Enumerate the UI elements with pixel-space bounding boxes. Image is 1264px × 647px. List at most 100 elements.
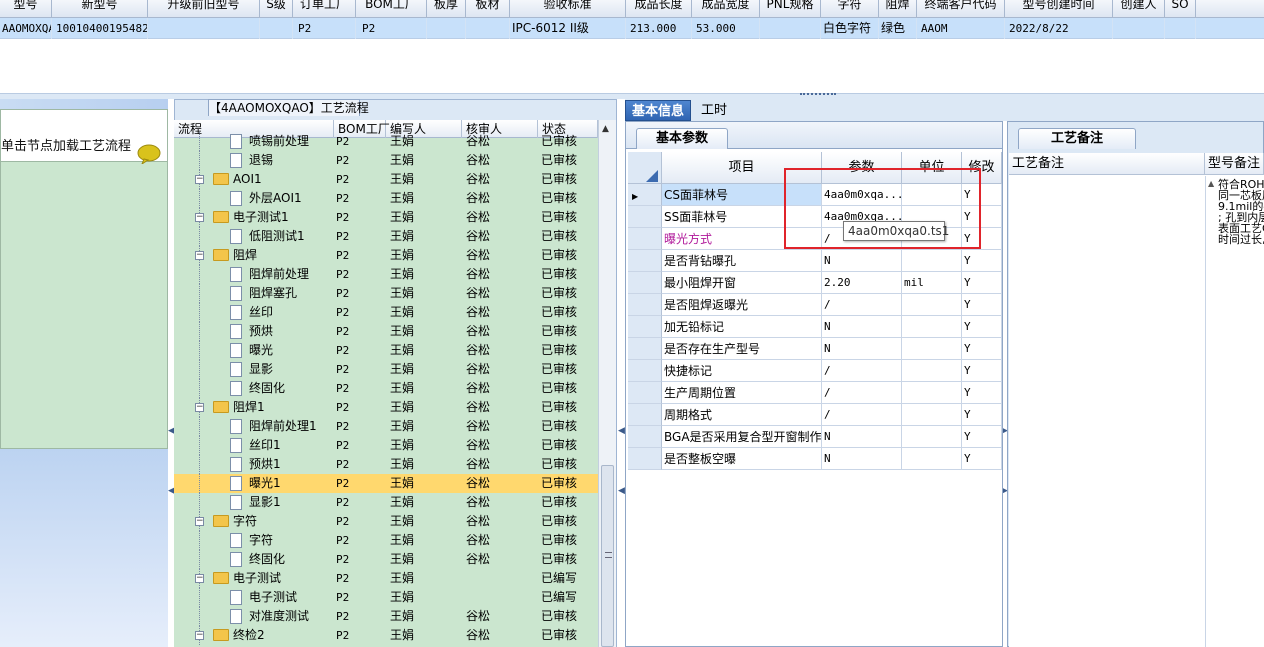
- tab-basic-params[interactable]: 基本参数: [636, 128, 728, 149]
- tab-process-remark[interactable]: 工艺备注: [1018, 128, 1136, 149]
- param-modify[interactable]: Y: [962, 382, 1002, 404]
- param-modify[interactable]: Y: [962, 338, 1002, 360]
- param-unit[interactable]: [902, 448, 962, 470]
- tree-node-row[interactable]: 字符 P2 王娟 谷松 已审核: [174, 531, 598, 550]
- param-row[interactable]: 周期格式 / Y: [628, 404, 1002, 426]
- model-grid-row[interactable]: AAOMOXQAO 10010400195482 P2 P2 IPC-6012 …: [0, 18, 1264, 39]
- row-indicator[interactable]: [628, 272, 662, 294]
- param-row[interactable]: 生产周期位置 / Y: [628, 382, 1002, 404]
- param-modify[interactable]: Y: [962, 360, 1002, 382]
- param-row[interactable]: 加无铅标记 N Y: [628, 316, 1002, 338]
- tree-node-row[interactable]: 外层AOI1 P2 王娟 谷松 已审核: [174, 189, 598, 208]
- scrollbar-thumb[interactable]: [601, 465, 614, 647]
- param-value[interactable]: N: [822, 250, 902, 272]
- collapse-toggle-icon[interactable]: −: [195, 213, 204, 222]
- scroll-up-arrow-icon[interactable]: ▲: [602, 124, 609, 134]
- param-unit[interactable]: [902, 426, 962, 448]
- param-modify[interactable]: Y: [962, 404, 1002, 426]
- param-value[interactable]: /: [822, 382, 902, 404]
- tree-group-row[interactable]: − AOI1 P2 王娟 谷松 已审核: [174, 170, 598, 189]
- tree-node-row[interactable]: 丝印1 P2 王娟 谷松 已审核: [174, 436, 598, 455]
- param-value[interactable]: /: [822, 404, 902, 426]
- param-unit[interactable]: [902, 316, 962, 338]
- param-modify[interactable]: Y: [962, 272, 1002, 294]
- col-header-old-model[interactable]: 升级前旧型号: [148, 0, 260, 18]
- tree-group-row[interactable]: − 终检2 P2 王娟 谷松 已审核: [174, 626, 598, 645]
- param-modify[interactable]: Y: [962, 426, 1002, 448]
- collapse-middle-arrow-icon[interactable]: ◀: [618, 424, 625, 438]
- splitter-grip[interactable]: [800, 93, 836, 98]
- param-modify[interactable]: Y: [962, 294, 1002, 316]
- tree-node-row[interactable]: 低阻测试1 P2 王娟 谷松 已审核: [174, 227, 598, 246]
- tree-node-row[interactable]: 曝光1 P2 王娟 谷松 已审核: [174, 474, 598, 493]
- row-indicator[interactable]: [628, 294, 662, 316]
- model-remark-text[interactable]: ▲ 符合ROHS号 同一芯板层 9.1mil的孔 ; 孔到内层 表面工艺O 时间…: [1205, 176, 1264, 647]
- tree-node-row[interactable]: 电子测试 P2 王娟 已编写: [174, 588, 598, 607]
- col-header-s-level[interactable]: S级: [260, 0, 293, 18]
- col-header-model[interactable]: 型号: [0, 0, 52, 18]
- tree-group-row[interactable]: − 电子测试1 P2 王娟 谷松 已审核: [174, 208, 598, 227]
- col-header-length[interactable]: 成品长度: [626, 0, 692, 18]
- param-unit[interactable]: [902, 250, 962, 272]
- process-tree-scrollbar[interactable]: ▲: [598, 120, 616, 647]
- tree-node-row[interactable]: 显影1 P2 王娟 谷松 已审核: [174, 493, 598, 512]
- col-header-solder-mask[interactable]: 阻焊: [879, 0, 917, 18]
- tab-work-hours[interactable]: 工时: [695, 100, 733, 121]
- tree-node-row[interactable]: 阻焊前处理 P2 王娟 谷松 已审核: [174, 265, 598, 284]
- tree-node-row[interactable]: 退锡 P2 王娟 谷松 已审核: [174, 151, 598, 170]
- col-header-create-time[interactable]: 型号创建时间: [1005, 0, 1113, 18]
- collapse-toggle-icon[interactable]: −: [195, 403, 204, 412]
- row-indicator[interactable]: [628, 448, 662, 470]
- param-value[interactable]: /: [822, 360, 902, 382]
- tree-group-row[interactable]: − 字符 P2 王娟 谷松 已审核: [174, 512, 598, 531]
- row-indicator[interactable]: ▶: [628, 184, 662, 206]
- row-indicator[interactable]: [628, 228, 662, 250]
- tree-node-row[interactable]: 丝印 P2 王娟 谷松 已审核: [174, 303, 598, 322]
- param-row[interactable]: 是否阻焊返曝光 / Y: [628, 294, 1002, 316]
- param-unit[interactable]: [902, 382, 962, 404]
- row-indicator[interactable]: [628, 382, 662, 404]
- param-modify[interactable]: Y: [962, 250, 1002, 272]
- collapse-toggle-icon[interactable]: −: [195, 517, 204, 526]
- param-value[interactable]: N: [822, 338, 902, 360]
- col-header-customer-code[interactable]: 终端客户代码: [917, 0, 1005, 18]
- row-indicator[interactable]: [628, 360, 662, 382]
- col-header-so[interactable]: SO: [1165, 0, 1196, 18]
- col-header-new-model[interactable]: 新型号: [52, 0, 148, 18]
- param-value[interactable]: N: [822, 448, 902, 470]
- collapse-toggle-icon[interactable]: −: [195, 175, 204, 184]
- tree-node-row[interactable]: 预烘 P2 王娟 谷松 已审核: [174, 322, 598, 341]
- tree-node-row[interactable]: 预烘1 P2 王娟 谷松 已审核: [174, 455, 598, 474]
- tree-group-row[interactable]: − 电子测试 P2 王娟 已编写: [174, 569, 598, 588]
- tree-node-row[interactable]: 喷锡前处理 P2 王娟 谷松 已审核: [174, 132, 598, 151]
- col-header-thickness[interactable]: 板厚: [427, 0, 466, 18]
- row-indicator[interactable]: [628, 426, 662, 448]
- collapse-middle-arrow-icon-2[interactable]: ◀: [618, 484, 625, 498]
- param-unit[interactable]: [902, 338, 962, 360]
- tree-group-row[interactable]: − 阻焊1 P2 王娟 谷松 已审核: [174, 398, 598, 417]
- col-header-process-remark[interactable]: 工艺备注: [1009, 153, 1205, 175]
- col-header-material[interactable]: 板材: [466, 0, 510, 18]
- param-modify[interactable]: Y: [962, 448, 1002, 470]
- tree-node-row[interactable]: 终固化 P2 王娟 谷松 已审核: [174, 379, 598, 398]
- collapse-toggle-icon[interactable]: −: [195, 251, 204, 260]
- param-unit[interactable]: [902, 360, 962, 382]
- collapse-toggle-icon[interactable]: −: [195, 631, 204, 640]
- tree-node-row[interactable]: 终固化 P2 王娟 谷松 已审核: [174, 550, 598, 569]
- tab-basic-info[interactable]: 基本信息: [625, 100, 692, 121]
- col-header-width[interactable]: 成品宽度: [692, 0, 760, 18]
- row-indicator[interactable]: [628, 316, 662, 338]
- col-header-order-factory[interactable]: 订单工厂: [293, 0, 356, 18]
- param-row[interactable]: 是否存在生产型号 N Y: [628, 338, 1002, 360]
- param-unit[interactable]: mil: [902, 272, 962, 294]
- col-header-standard[interactable]: 验收标准: [510, 0, 626, 18]
- param-value[interactable]: N: [822, 316, 902, 338]
- param-modify[interactable]: Y: [962, 316, 1002, 338]
- row-indicator[interactable]: [628, 338, 662, 360]
- tree-node-row[interactable]: 阻焊前处理1 P2 王娟 谷松 已审核: [174, 417, 598, 436]
- process-remark-text[interactable]: [1009, 176, 1205, 647]
- param-row[interactable]: BGA是否采用复合型开窗制作 N Y: [628, 426, 1002, 448]
- col-header-creator[interactable]: 创建人: [1113, 0, 1165, 18]
- row-indicator[interactable]: [628, 250, 662, 272]
- col-header-bom-factory[interactable]: BOM工厂: [356, 0, 427, 18]
